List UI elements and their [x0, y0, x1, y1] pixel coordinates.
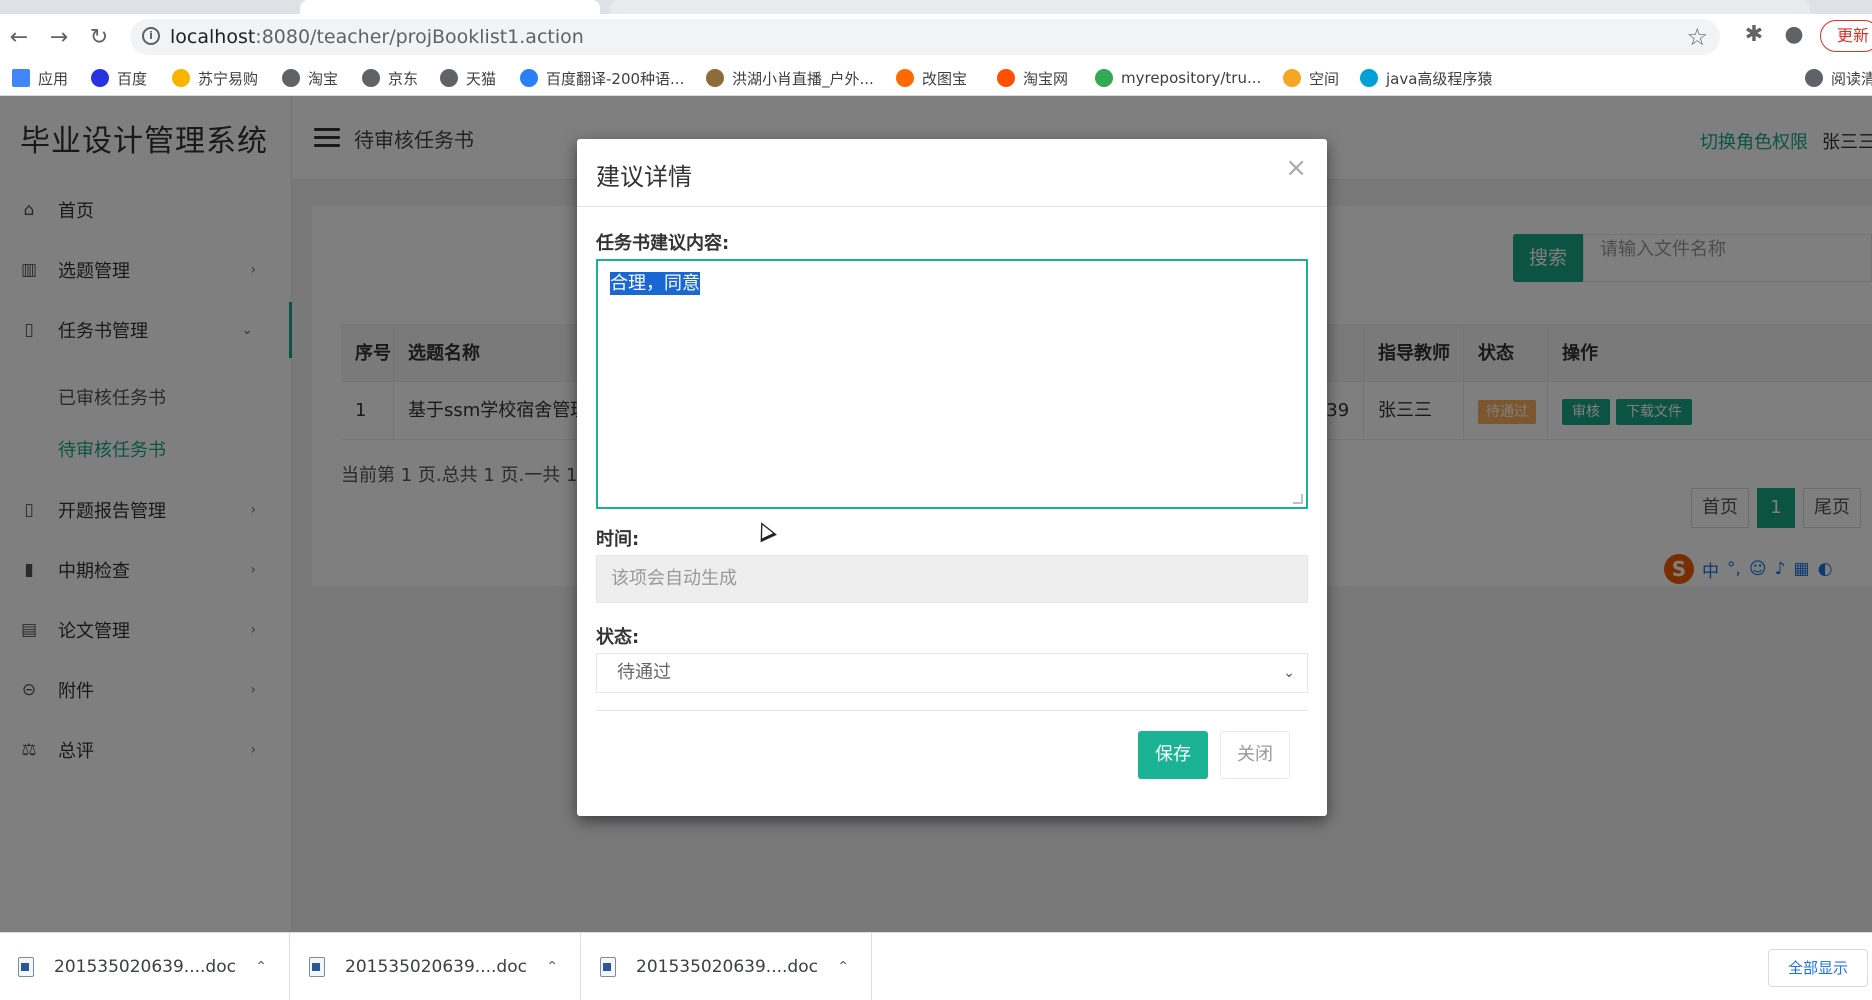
bookmark-item[interactable]: 苏宁易购 [172, 67, 258, 89]
show-all-downloads-button[interactable]: 全部显示 [1768, 949, 1868, 987]
apps-grid-icon [12, 69, 30, 87]
status-label: 状态: [596, 627, 640, 648]
bookmark-star-icon[interactable]: ☆ [1686, 23, 1708, 51]
bookmark-label: 淘宝 [308, 69, 339, 88]
word-doc-icon [18, 957, 34, 977]
download-filename: 201535020639....doc [636, 957, 818, 977]
suggestion-detail-modal: 建议详情 × 任务书建议内容: 合理，同意 时间: 该项会自动生成 状态: 待通… [577, 139, 1327, 816]
url-path: :8080/teacher/projBooklist1.action [255, 26, 584, 48]
status-select-value: 待通过 [617, 662, 671, 683]
url-host: localhost [170, 26, 256, 48]
bilibili-icon [1360, 69, 1378, 87]
bookmark-item[interactable]: 阅读清 [1805, 67, 1872, 89]
globe-icon [440, 69, 458, 87]
bookmark-label: myrepository/tru... [1121, 69, 1262, 87]
back-arrow-icon[interactable]: ← [4, 22, 34, 52]
save-button[interactable]: 保存 [1138, 731, 1208, 779]
browser-toolbar: ← → ↻ i localhost:8080/teacher/projBookl… [0, 14, 1872, 60]
chevron-up-icon[interactable]: ⌃ [837, 959, 849, 975]
bookmark-item[interactable]: 改图宝 [896, 67, 967, 89]
reload-icon[interactable]: ↻ [84, 22, 114, 52]
translate-icon [520, 69, 538, 87]
modal-header: 建议详情 × [577, 139, 1327, 207]
url-text[interactable]: localhost:8080/teacher/projBooklist1.act… [170, 26, 584, 48]
download-filename: 201535020639....doc [54, 957, 236, 977]
bookmark-label: 淘宝网 [1023, 69, 1069, 88]
time-field[interactable]: 该项会自动生成 [596, 555, 1308, 603]
bookmark-label: 空间 [1309, 69, 1340, 88]
address-bar[interactable]: i localhost:8080/teacher/projBooklist1.a… [130, 19, 1720, 55]
forward-arrow-icon[interactable]: → [44, 22, 74, 52]
close-icon[interactable]: × [1285, 153, 1307, 183]
bookmark-label: 洪湖小肖直播_户外... [732, 69, 874, 88]
browser-tab-active[interactable] [300, 0, 600, 14]
bookmark-item[interactable]: myrepository/tru... [1095, 67, 1261, 89]
divider [596, 710, 1308, 711]
content-label: 任务书建议内容: [596, 233, 730, 254]
bookmarks-bar: 应用 百度 苏宁易购 淘宝 京东 天猫 百度翻译-200种语... 洪湖小肖直播_户外... 改… [0, 60, 1872, 96]
bookmark-item[interactable]: 天猫 [440, 67, 496, 89]
bookmark-item[interactable]: 百度 [91, 67, 147, 89]
bookmark-label: 苏宁易购 [198, 69, 259, 88]
globe-icon [282, 69, 300, 87]
bookmark-item[interactable]: java高级程序猿 [1360, 67, 1492, 89]
qzone-icon [1283, 69, 1301, 87]
suggestion-content-text: 合理，同意 [610, 272, 700, 295]
suggestion-content-textarea[interactable]: 合理，同意 [596, 259, 1308, 509]
update-button[interactable]: 更新 [1820, 20, 1872, 52]
bookmark-item[interactable]: 淘宝 [282, 67, 338, 89]
resize-handle-icon[interactable] [1293, 494, 1303, 504]
bookmark-item[interactable]: 淘宝网 [997, 67, 1068, 89]
bookmark-label: java高级程序猿 [1386, 69, 1493, 88]
bookmark-label: 改图宝 [922, 69, 968, 88]
downloads-bar: 全部显示 201535020639....doc ⌃ 201535020639...… [0, 932, 1872, 1000]
feather-icon [706, 69, 724, 87]
bookmark-label: 百度翻译-200种语... [546, 69, 685, 88]
extensions-puzzle-icon[interactable]: ✱ [1741, 22, 1767, 48]
bookmark-label: 应用 [38, 69, 69, 88]
chevron-up-icon[interactable]: ⌃ [255, 959, 267, 975]
bookmark-item[interactable]: 京东 [362, 67, 418, 89]
download-item[interactable]: 201535020639....doc ⌃ [582, 933, 872, 1000]
bookmark-item[interactable]: 空间 [1283, 67, 1339, 89]
baidu-icon [91, 69, 109, 87]
profile-avatar-icon[interactable]: ● [1781, 22, 1807, 48]
globe-icon [362, 69, 380, 87]
tab-strip [0, 0, 1872, 14]
chrome-icon [1095, 69, 1113, 87]
download-item[interactable]: 201535020639....doc ⌃ [291, 933, 581, 1000]
word-doc-icon [309, 957, 325, 977]
bookmark-item[interactable]: 百度翻译-200种语... [520, 67, 684, 89]
browser-tab[interactable] [610, 0, 1810, 14]
bookmark-label: 天猫 [466, 69, 497, 88]
time-label: 时间: [596, 529, 640, 550]
bookmark-item[interactable]: 洪湖小肖直播_户外... [706, 67, 874, 89]
suning-icon [172, 69, 190, 87]
bookmark-label: 京东 [388, 69, 419, 88]
download-item[interactable]: 201535020639....doc ⌃ [0, 933, 290, 1000]
download-filename: 201535020639....doc [345, 957, 527, 977]
close-button[interactable]: 关闭 [1220, 731, 1290, 779]
taobao-icon [997, 69, 1015, 87]
reading-list-icon [1805, 69, 1823, 87]
bookmark-label: 百度 [117, 69, 148, 88]
site-info-icon[interactable]: i [142, 27, 160, 45]
chevron-down-icon: ⌄ [1283, 665, 1295, 681]
word-doc-icon [600, 957, 616, 977]
gaitubao-icon [896, 69, 914, 87]
bookmark-label: 阅读清 [1831, 69, 1872, 88]
bookmark-item[interactable]: 应用 [12, 67, 68, 89]
chevron-up-icon[interactable]: ⌃ [546, 959, 558, 975]
status-select[interactable]: 待通过 ⌄ [596, 653, 1308, 693]
modal-title: 建议详情 [596, 163, 692, 191]
